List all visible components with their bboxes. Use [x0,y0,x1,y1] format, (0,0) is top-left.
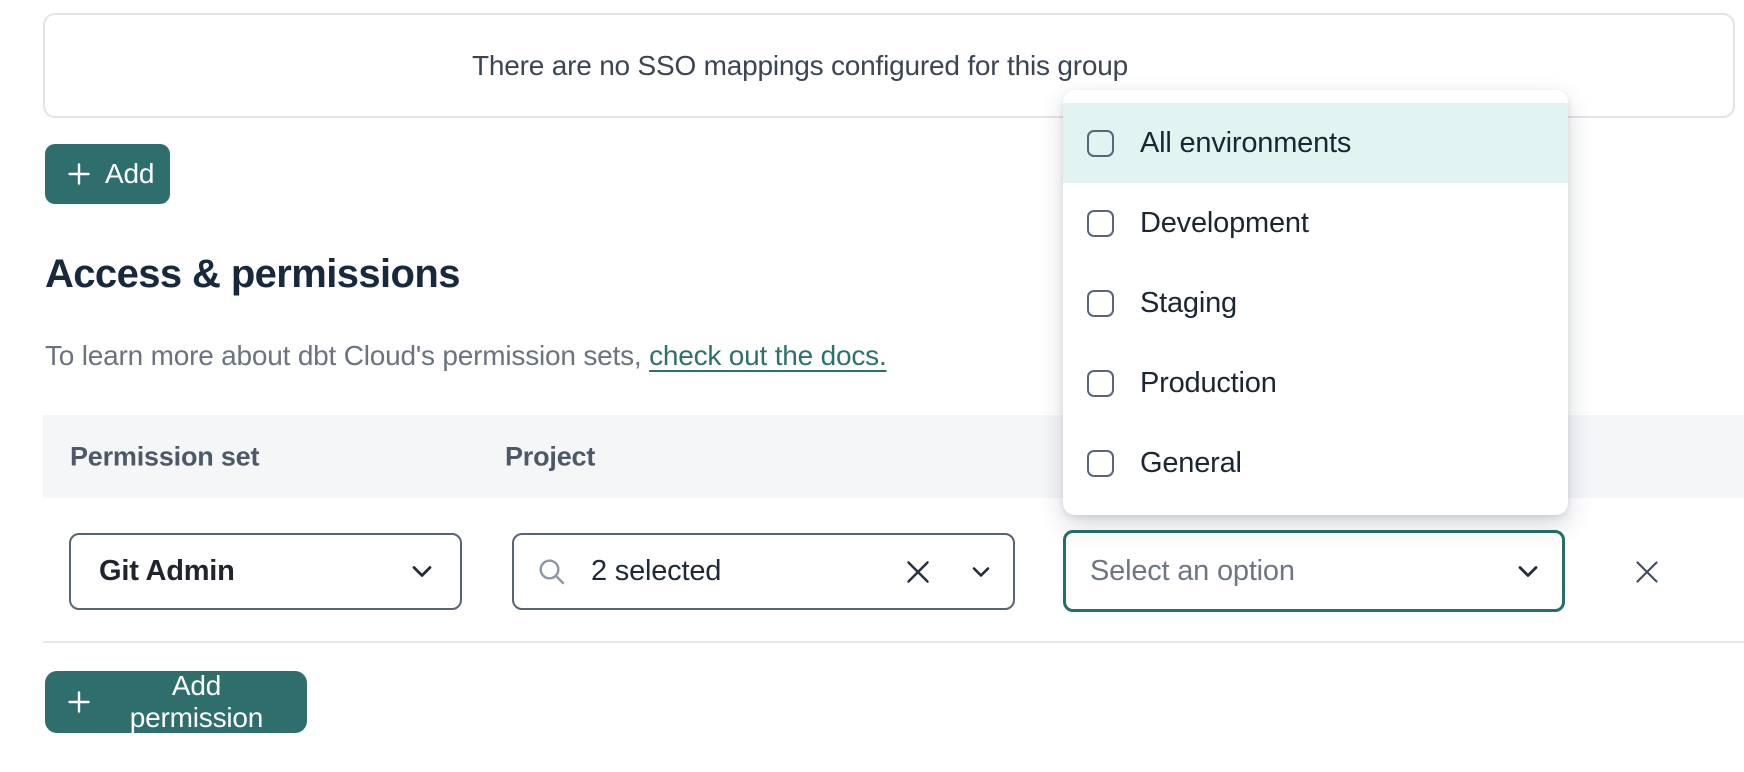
chevron-down-icon [1518,565,1538,578]
chevron-down-icon [972,566,990,578]
chevron-down-icon [412,565,432,578]
checkbox[interactable] [1087,370,1114,397]
permission-set-value: Git Admin [99,555,235,588]
option-label: All environments [1140,127,1351,160]
group-settings-page: There are no SSO mappings configured for… [0,0,1744,772]
description-text: To learn more about dbt Cloud's permissi… [45,340,649,371]
add-button-label: Add [105,158,154,190]
dropdown-option-staging[interactable]: Staging [1063,263,1568,343]
sso-empty-message: There are no SSO mappings configured for… [472,50,1128,82]
dropdown-option-development[interactable]: Development [1063,183,1568,263]
add-permission-button[interactable]: Add permission [45,671,307,733]
plus-icon [67,690,91,714]
page-title: Access & permissions [45,252,460,297]
checkbox[interactable] [1087,290,1114,317]
clear-selection-icon[interactable] [904,558,932,586]
section-description: To learn more about dbt Cloud's permissi… [45,340,887,372]
option-label: Staging [1140,287,1237,320]
add-sso-mapping-button[interactable]: Add [45,144,170,204]
option-label: Production [1140,367,1277,400]
row-divider [43,641,1744,643]
checkbox[interactable] [1087,130,1114,157]
option-label: General [1140,447,1242,480]
permission-set-select[interactable]: Git Admin [69,533,462,610]
remove-row-icon[interactable] [1634,559,1660,585]
environment-dropdown: All environments Development Staging Pro… [1063,90,1568,515]
dropdown-option-production[interactable]: Production [1063,343,1568,423]
search-icon [537,557,567,587]
column-header-project: Project [505,441,595,472]
dropdown-option-general[interactable]: General [1063,423,1568,503]
docs-link[interactable]: check out the docs. [649,340,886,371]
dropdown-option-all-environments[interactable]: All environments [1063,103,1568,183]
option-label: Development [1140,207,1309,240]
plus-icon [67,162,91,186]
environment-placeholder: Select an option [1090,555,1295,588]
environment-select-focused[interactable]: Select an option [1063,530,1565,612]
checkbox[interactable] [1087,450,1114,477]
project-selected-count: 2 selected [591,555,721,588]
add-permission-label: Add permission [108,670,285,734]
checkbox[interactable] [1087,210,1114,237]
column-header-permission-set: Permission set [70,441,259,472]
project-multiselect[interactable]: 2 selected [512,533,1015,610]
